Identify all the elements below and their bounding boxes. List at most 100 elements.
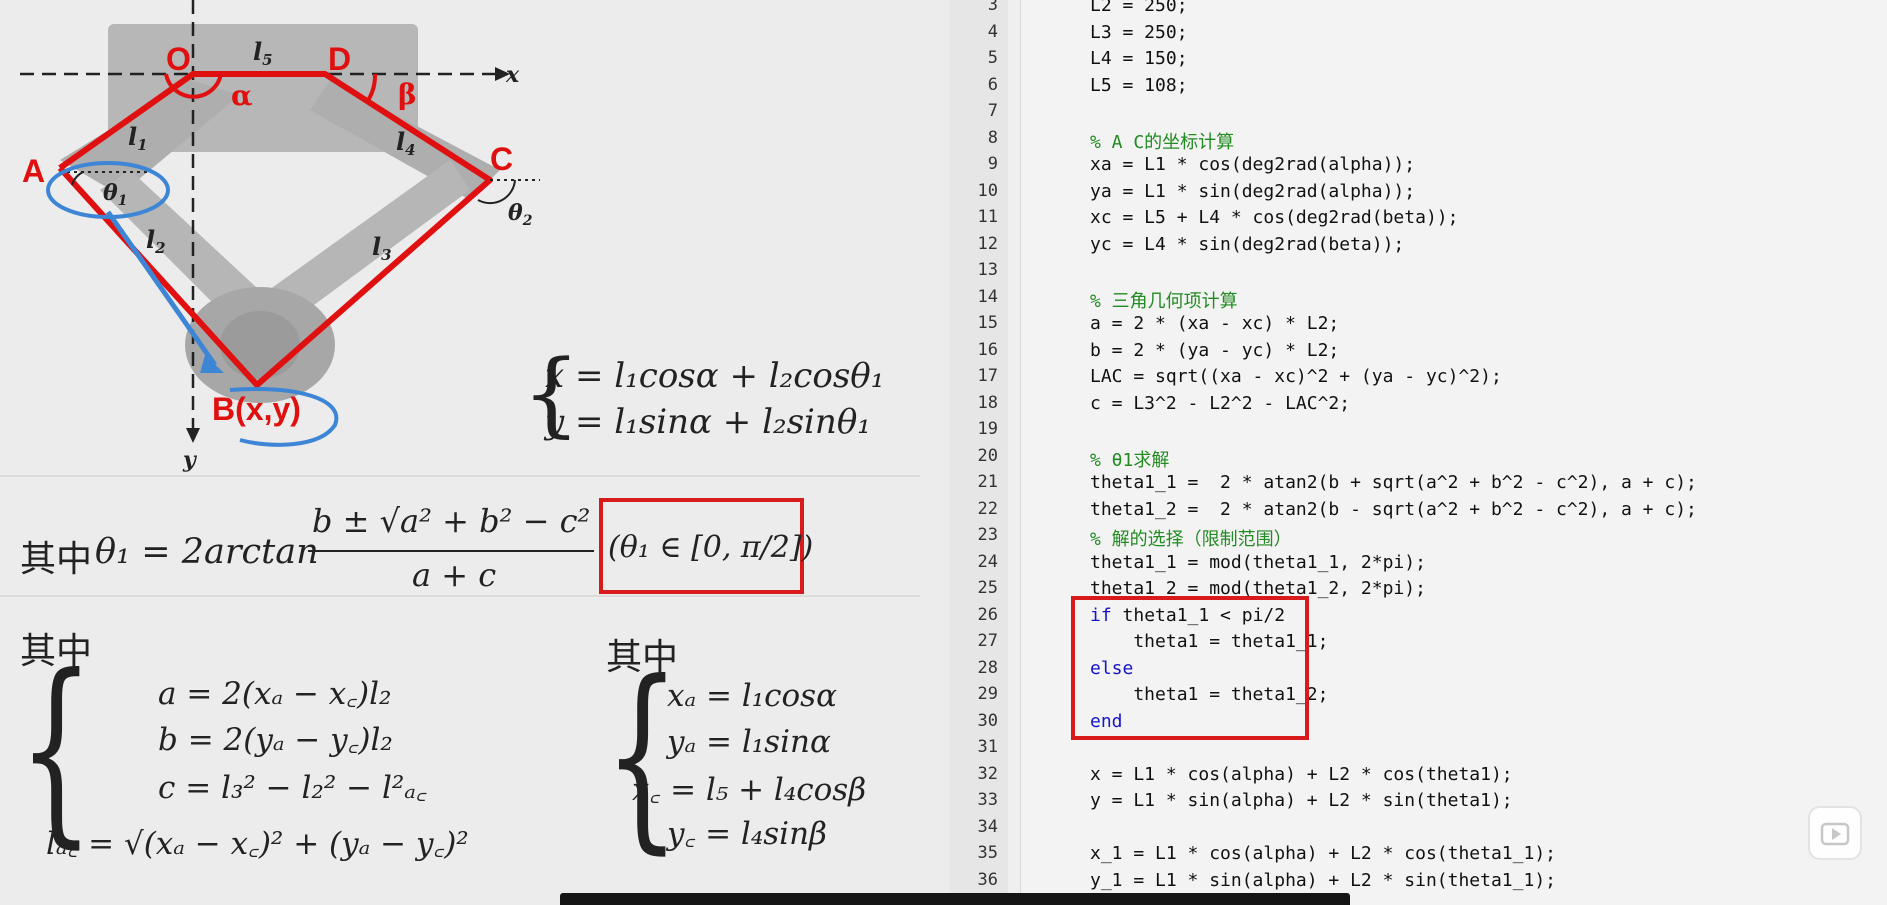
code-line[interactable]: LAC = sqrt((xa - xc)^2 + (ya - yc)^2); bbox=[1090, 366, 1502, 387]
line-number: 25 bbox=[977, 578, 998, 598]
line-number: 19 bbox=[977, 419, 998, 439]
code-text: L5 = 108; bbox=[1090, 74, 1188, 96]
code-line[interactable]: L5 = 108; bbox=[1090, 75, 1188, 96]
line-number: 29 bbox=[977, 684, 998, 704]
equation-a: a = 2(xₐ − x꜀)l₂ bbox=[158, 676, 392, 712]
equation-ya: yₐ = l₁sinα bbox=[667, 724, 831, 760]
code-line[interactable]: x_1 = L1 * cos(alpha) + L2 * cos(theta1_… bbox=[1090, 843, 1556, 864]
line-number: 27 bbox=[977, 631, 998, 651]
code-line[interactable]: theta1_2 = 2 * atan2(b - sqrt(a^2 + b^2 … bbox=[1090, 499, 1697, 520]
code-line[interactable]: L2 = 250; bbox=[1090, 0, 1188, 16]
line-number: 12 bbox=[977, 233, 998, 254]
code-text: a = 2 * (xa - xc) * L2; bbox=[1090, 313, 1340, 334]
line-number: 24 bbox=[977, 551, 998, 572]
code-line[interactable]: L3 = 250; bbox=[1090, 22, 1188, 43]
line-number: 10 bbox=[977, 180, 998, 201]
code-line[interactable]: x = L1 * cos(alpha) + L2 * cos(theta1); bbox=[1090, 764, 1513, 785]
equation-y: y = l₁sinα + l₂sinθ₁ bbox=[545, 402, 871, 442]
equation-xc: x꜀ = l₅ + l₄cosβ bbox=[632, 772, 867, 808]
point-label-b: B(x,y) bbox=[212, 391, 301, 427]
code-line[interactable]: xa = L1 * cos(deg2rad(alpha)); bbox=[1090, 154, 1415, 175]
line-number-gutter: 3 4 5 6 7 8 9 10 11 12 13 14 15 16 17 18 19 20 21 22 23 24 25 2… bbox=[950, 0, 1009, 905]
point-label-o: O bbox=[166, 41, 191, 77]
code-text: theta1_2 = 2 * atan2(b - sqrt(a^2 + b^2 … bbox=[1090, 498, 1697, 520]
equation-b: b = 2(yₐ − y꜀)l₂ bbox=[158, 722, 393, 758]
code-line[interactable]: xc = L5 + L4 * cos(deg2rad(beta)); bbox=[1090, 207, 1458, 228]
separator bbox=[0, 595, 920, 597]
code-text: theta1_1 = mod(theta1_1, 2*pi); bbox=[1090, 551, 1426, 573]
code-editor[interactable]: 3 4 5 6 7 8 9 10 11 12 13 14 15 16 17 18 19 20 21 22 23 24 25 2… bbox=[950, 0, 1887, 905]
theta-prefix: 其中 bbox=[20, 539, 93, 580]
code-text: L4 = 150; bbox=[1090, 48, 1188, 69]
equation-x: x = l₁cosα + l₂cosθ₁ bbox=[545, 356, 885, 396]
play-button[interactable] bbox=[1808, 806, 1862, 860]
point-label-a: A bbox=[22, 153, 45, 189]
code-line[interactable]: a = 2 * (xa - xc) * L2; bbox=[1090, 313, 1339, 334]
code-line[interactable]: c = L3^2 - L2^2 - LAC^2; bbox=[1090, 393, 1350, 414]
line-number: 14 bbox=[977, 286, 998, 307]
line-number: 15 bbox=[977, 313, 998, 333]
line-number: 35 bbox=[977, 843, 998, 863]
line-number: 9 bbox=[987, 154, 998, 174]
code-text: yc = L4 * sin(deg2rad(beta)); bbox=[1090, 233, 1405, 255]
point-label-d: D bbox=[328, 41, 351, 77]
code-text: L3 = 250; bbox=[1090, 21, 1188, 43]
separator bbox=[0, 475, 920, 477]
equation-xa: xₐ = l₁cosα bbox=[667, 678, 838, 714]
code-line[interactable]: b = 2 * (ya - yc) * L2; bbox=[1090, 340, 1339, 361]
line-number: 22 bbox=[977, 498, 998, 519]
line-number: 32 bbox=[977, 763, 998, 784]
equation-yc: y꜀ = l₄sinβ bbox=[667, 816, 827, 852]
line-number: 4 bbox=[987, 21, 998, 42]
axis-label-x: x bbox=[505, 62, 520, 88]
code-text: L2 = 250; bbox=[1090, 0, 1188, 16]
line-number: 36 bbox=[977, 869, 998, 890]
theta-lhs: θ₁ = 2arctan bbox=[95, 532, 319, 572]
line-number: 17 bbox=[977, 366, 998, 386]
code-line[interactable]: yc = L4 * sin(deg2rad(beta)); bbox=[1090, 234, 1404, 255]
line-number: 3 bbox=[987, 0, 998, 15]
line-number: 16 bbox=[977, 339, 998, 360]
line-number: 13 bbox=[977, 260, 998, 280]
code-line[interactable]: y = L1 * sin(alpha) + L2 * sin(theta1); bbox=[1090, 790, 1513, 811]
code-text: y = L1 * sin(alpha) + L2 * sin(theta1); bbox=[1090, 790, 1513, 811]
code-line[interactable]: theta1_1 = 2 * atan2(b + sqrt(a^2 + b^2 … bbox=[1090, 472, 1697, 493]
axis-label-y: y bbox=[182, 447, 198, 473]
code-text: theta1_1 = 2 * atan2(b + sqrt(a^2 + b^2 … bbox=[1090, 472, 1697, 493]
line-number: 5 bbox=[987, 48, 998, 68]
angle-label-alpha: α bbox=[231, 79, 253, 112]
fold-column bbox=[1008, 0, 1021, 905]
equation-lac: lₐ꜀ = √(xₐ − x꜀)² + (yₐ − y꜀)² bbox=[46, 826, 469, 862]
code-text: x = L1 * cos(alpha) + L2 * cos(theta1); bbox=[1090, 763, 1513, 785]
line-number: 23 bbox=[977, 525, 998, 545]
code-comment: % A C的坐标计算 bbox=[1090, 131, 1235, 153]
code-text: b = 2 * (ya - yc) * L2; bbox=[1090, 339, 1340, 361]
code-line[interactable]: % A C的坐标计算 bbox=[1090, 128, 1234, 154]
branch-highlight bbox=[1071, 596, 1309, 740]
line-number: 18 bbox=[977, 392, 998, 413]
code-text: xc = L5 + L4 * cos(deg2rad(beta)); bbox=[1090, 207, 1459, 228]
code-line[interactable]: % 三角几何项计算 bbox=[1090, 287, 1238, 313]
line-number: 7 bbox=[987, 101, 998, 121]
theta-denominator: a + c bbox=[412, 556, 497, 594]
code-comment: % 解的选择（限制范围） bbox=[1090, 529, 1292, 550]
line-number: 26 bbox=[977, 604, 998, 625]
code-line[interactable]: % θ1求解 bbox=[1090, 446, 1169, 472]
play-icon bbox=[1820, 822, 1850, 846]
line-number: 28 bbox=[977, 657, 998, 678]
derivation-panel: O D A C B(x,y) α β x y l5 l1 l4 l2 l3 θ1… bbox=[0, 0, 948, 905]
fraction-bar bbox=[308, 550, 594, 552]
code-line[interactable]: L4 = 150; bbox=[1090, 48, 1188, 69]
code-line[interactable]: % 解的选择（限制范围） bbox=[1090, 525, 1292, 551]
code-line[interactable]: y_1 = L1 * sin(alpha) + L2 * sin(theta1_… bbox=[1090, 870, 1556, 891]
code-text: ya = L1 * sin(deg2rad(alpha)); bbox=[1090, 180, 1416, 202]
code-line[interactable]: ya = L1 * sin(deg2rad(alpha)); bbox=[1090, 181, 1415, 202]
code-line[interactable]: theta1_1 = mod(theta1_1, 2*pi); bbox=[1090, 552, 1426, 573]
code-comment: % θ1求解 bbox=[1090, 449, 1170, 471]
line-number: 8 bbox=[987, 127, 998, 148]
angle-label-theta2: θ2 bbox=[508, 200, 533, 229]
equation-c: c = l₃² − l₂² − l²ₐ꜀ bbox=[158, 770, 427, 806]
line-number: 34 bbox=[977, 816, 998, 837]
code-text: LAC = sqrt((xa - xc)^2 + (ya - yc)^2); bbox=[1090, 366, 1502, 387]
code-text: c = L3^2 - L2^2 - LAC^2; bbox=[1090, 392, 1351, 414]
